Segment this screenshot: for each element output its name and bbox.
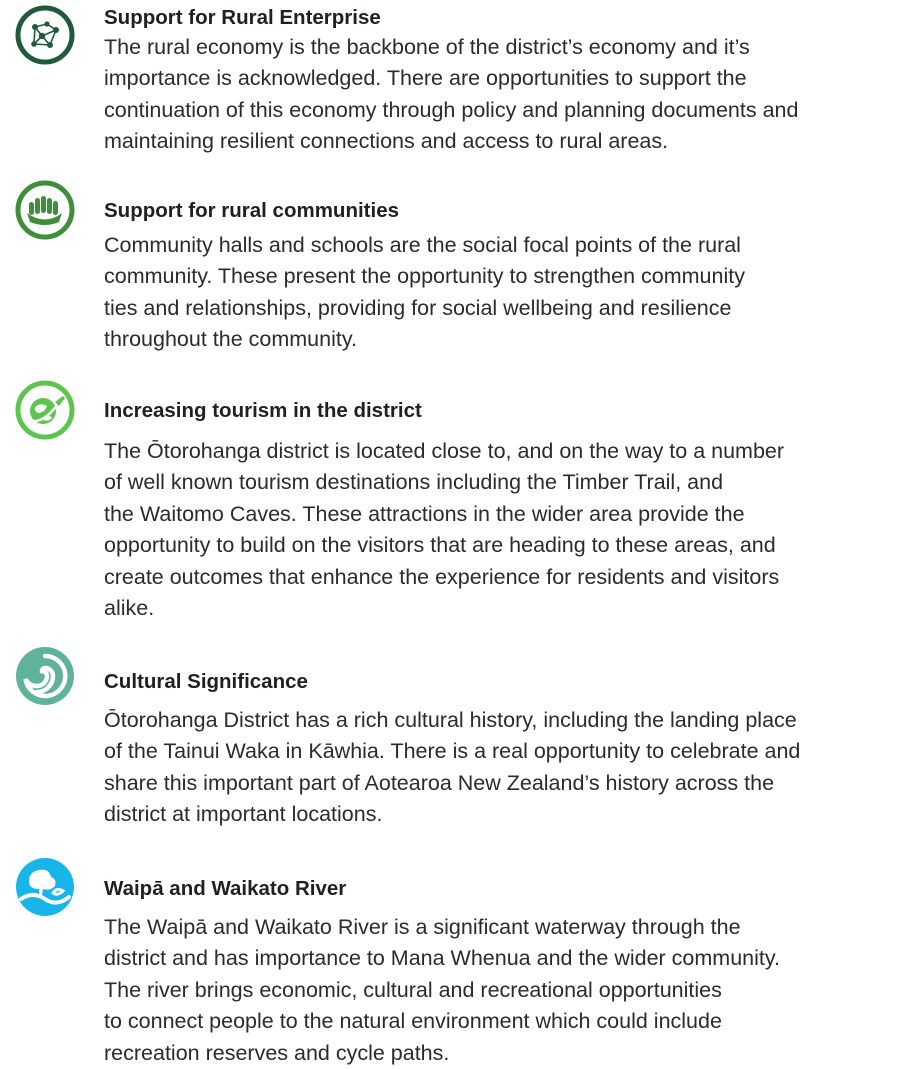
body-line: create outcomes that enhance the experie…: [104, 564, 780, 589]
body-line: The Waipā and Waikato River is a signifi…: [104, 915, 741, 939]
body-line: alike.: [104, 596, 155, 621]
section-title: Support for Rural Enterprise: [104, 6, 381, 29]
section-body: Community halls and schools are the soci…: [104, 230, 745, 356]
body-line: to connect people to the natural environ…: [104, 1009, 722, 1034]
body-line: the Waitomo Caves. These attractions in …: [104, 501, 745, 526]
body-line: Ōtorohanga District has a rich cultural …: [104, 708, 797, 732]
section-body: The Waipā and Waikato River is a signifi…: [104, 912, 780, 1069]
koru-icon: [15, 646, 75, 706]
body-line: of well known tourism destinations inclu…: [104, 470, 724, 495]
body-line: ties and relationships, providing for so…: [104, 295, 732, 320]
tree-river-icon: [15, 857, 75, 917]
section-title: Cultural Significance: [104, 670, 308, 693]
section-body: Ōtorohanga District has a rich cultural …: [104, 705, 800, 831]
body-line: recreation reserves and cycle paths.: [104, 1040, 450, 1065]
network-icon: [15, 5, 75, 65]
section-title: Support for rural communities: [104, 199, 399, 222]
body-line: importance is acknowledged. There are op…: [104, 66, 747, 91]
body-line: community. These present the opportunity…: [104, 264, 745, 289]
globe-plane-icon: [15, 380, 75, 440]
section-body: The rural economy is the backbone of the…: [104, 32, 798, 158]
body-line: share this important part of Aotearoa Ne…: [104, 770, 775, 795]
section-title: Waipā and Waikato River: [104, 877, 347, 900]
body-line: opportunity to build on the visitors tha…: [104, 533, 776, 558]
joined-hands-icon: [15, 180, 75, 240]
body-line: maintaining resilient connections and ac…: [104, 129, 669, 154]
body-line: continuation of this economy through pol…: [104, 97, 799, 122]
section-title: Increasing tourism in the district: [104, 399, 422, 422]
body-line: The river brings economic, cultural and …: [104, 977, 722, 1002]
section-body: The Ōtorohanga district is located close…: [104, 436, 784, 624]
body-line: of the Tainui Waka in Kāwhia. There is a…: [104, 739, 801, 764]
body-line: district at important locations.: [104, 802, 383, 827]
body-line: throughout the community.: [104, 327, 357, 352]
body-line: district and has importance to Mana When…: [104, 946, 780, 971]
body-line: The rural economy is the backbone of the…: [104, 35, 750, 59]
body-line: Community halls and schools are the soci…: [104, 233, 741, 257]
body-line: The Ōtorohanga district is located close…: [104, 439, 785, 463]
